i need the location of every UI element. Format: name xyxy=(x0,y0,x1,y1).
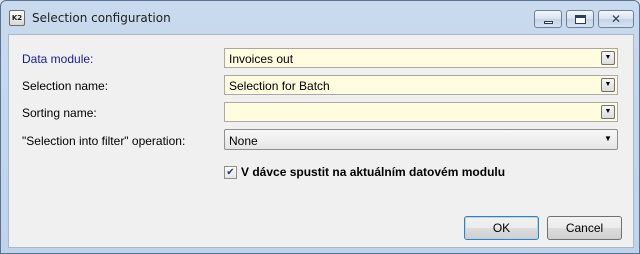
chevron-down-icon[interactable]: ▼ xyxy=(601,105,615,119)
selection-name-combo[interactable]: Selection for Batch ▼ xyxy=(224,75,618,95)
selection-filter-operation-label: "Selection into filter" operation: xyxy=(22,134,186,148)
close-icon: ✕ xyxy=(610,12,622,26)
selection-name-label: Selection name: xyxy=(22,79,109,93)
dialog-window: K2 Selection configuration ✕ Data module… xyxy=(0,0,640,254)
window-title: Selection configuration xyxy=(32,11,171,25)
batch-run-checkbox-label[interactable]: V dávce spustit na aktuálním datovém mod… xyxy=(241,165,505,179)
maximize-icon xyxy=(575,15,586,24)
app-icon: K2 xyxy=(9,10,25,26)
minimize-icon xyxy=(544,21,553,24)
ok-button[interactable]: OK xyxy=(464,216,539,240)
data-module-label: Data module: xyxy=(22,52,94,66)
chevron-down-icon[interactable]: ▼ xyxy=(601,78,615,92)
maximize-button[interactable] xyxy=(566,10,594,28)
data-module-value: Invoices out xyxy=(229,52,294,66)
chevron-down-icon[interactable]: ▼ xyxy=(601,51,615,65)
chevron-down-icon[interactable]: ▼ xyxy=(601,133,615,147)
sorting-name-label: Sorting name: xyxy=(22,106,97,120)
dialog-content: Data module: Invoices out ▼ Selection na… xyxy=(8,34,634,248)
batch-run-checkbox[interactable]: ✔ xyxy=(224,166,237,179)
data-module-combo[interactable]: Invoices out ▼ xyxy=(224,48,618,68)
sorting-name-combo[interactable]: ▼ xyxy=(224,102,618,122)
minimize-button[interactable] xyxy=(534,10,562,28)
close-button[interactable]: ✕ xyxy=(598,10,634,28)
cancel-button[interactable]: Cancel xyxy=(547,216,622,240)
selection-filter-operation-select[interactable]: None ▼ xyxy=(224,129,618,150)
selection-filter-operation-value: None xyxy=(229,134,258,148)
title-bar[interactable]: K2 Selection configuration ✕ xyxy=(1,1,639,34)
selection-name-value: Selection for Batch xyxy=(229,79,330,93)
